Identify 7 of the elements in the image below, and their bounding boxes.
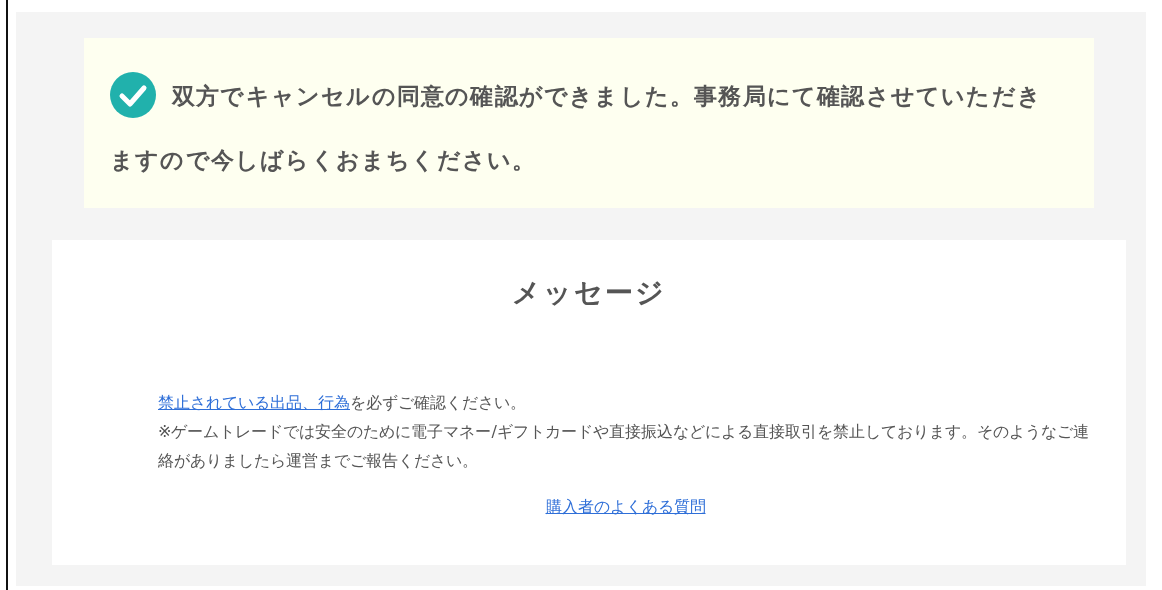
message-title: メッセージ bbox=[512, 275, 666, 311]
rules-notice: 禁止されている出品、行為を必ずご確認ください。 bbox=[158, 392, 527, 414]
check-icon bbox=[110, 71, 156, 118]
prohibited-link[interactable]: 禁止されている出品、行為 bbox=[158, 393, 350, 412]
warning-text: ※ゲームトレードでは安全のために電子マネー/ギフトカードや直接振込などによる直接取引を禁止しております。そのようなご連絡がありましたら運営までご報告ください。 bbox=[158, 421, 1090, 472]
faq-link[interactable]: 購入者のよくある質問 bbox=[545, 497, 706, 518]
notice-text: 双方でキャンセルの同意の確認ができました。事務局にて確認させていただきますので今しばらくおまちください。 bbox=[110, 64, 1054, 192]
